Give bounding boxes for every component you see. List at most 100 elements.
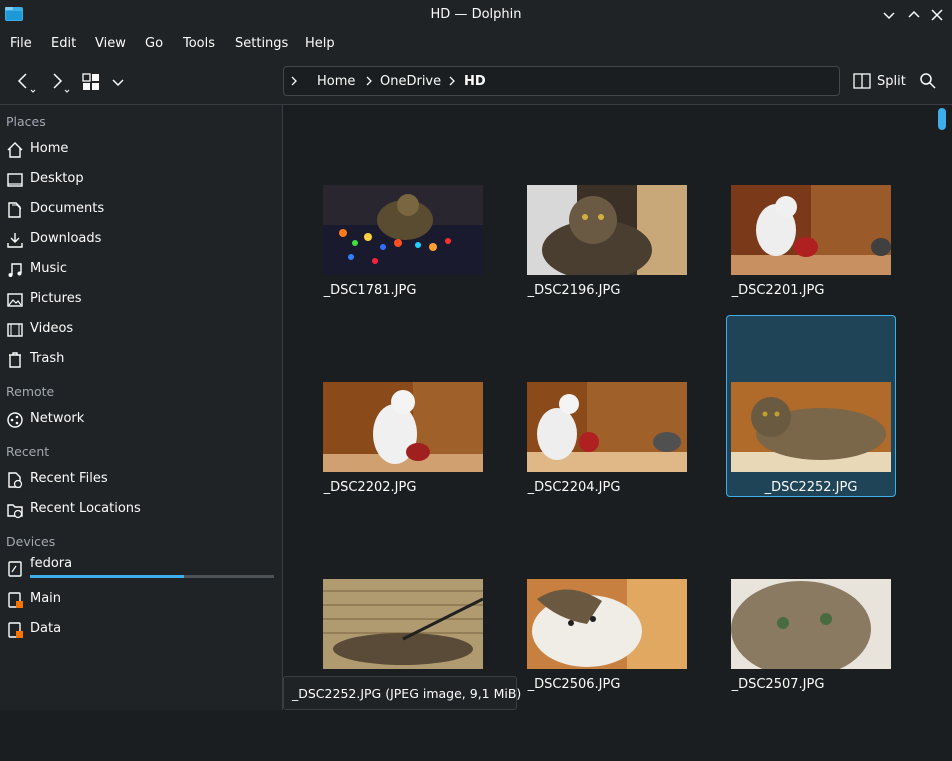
drive-warning-icon [8,592,23,608]
sidebar-item-downloads[interactable]: Downloads [0,227,282,253]
file-name: _DSC1781.JPG [323,283,417,298]
vertical-scrollbar[interactable] [935,105,952,710]
location-bar[interactable]: Home OneDrive HD [283,66,840,96]
split-button[interactable]: Split [877,74,906,89]
file-name: _DSC2507.JPG [731,677,825,692]
sidebar-item-recent-locations[interactable]: Recent Locations [0,497,282,523]
back-icon[interactable] [14,70,38,94]
sidebar-item-label: Recent Files [30,471,108,486]
status-text: _DSC2252.JPG (JPEG image, 9,1 MiB) [292,686,522,701]
view-mode-icon[interactable] [81,72,101,92]
sidebar-item-documents[interactable]: Documents [0,197,282,223]
sidebar-item-label: Videos [30,321,74,336]
trash-icon [9,352,21,368]
chevron-right-icon [366,76,372,86]
documents-icon [8,202,22,218]
sidebar-item-label: Recent Locations [30,501,141,516]
maximize-icon[interactable] [905,6,923,24]
file-item-selected[interactable]: _DSC2252.JPG [726,315,896,497]
recent-files-icon [8,472,23,489]
breadcrumb-hd[interactable]: HD [464,74,486,89]
image-thumbnail [731,185,891,275]
sidebar-item-trash[interactable]: Trash [0,347,282,373]
pictures-icon [7,293,23,307]
split-icon[interactable] [853,72,871,90]
file-item[interactable]: _DSC1781.JPG [285,185,483,367]
music-icon [8,263,22,277]
sidebar-item-label: Music [30,261,67,276]
file-item[interactable]: _DSC2507.JPG [693,579,891,761]
desktop-icon [7,173,23,187]
disk-usage-bar [30,575,274,578]
file-name: _DSC2201.JPG [731,283,825,298]
sidebar-item-network[interactable]: Network [0,407,282,433]
menu-bar: File Edit View Go Tools Settings Help [0,30,952,58]
breadcrumb-home[interactable]: Home [317,74,355,89]
file-item[interactable]: _DSC2204.JPG [489,382,687,564]
forward-icon[interactable] [48,70,72,94]
chevron-right-icon[interactable] [288,75,300,87]
file-name: _DSC2204.JPG [527,480,621,495]
sidebar-item-pictures[interactable]: Pictures [0,287,282,313]
file-name: _DSC2202.JPG [323,480,417,495]
file-item[interactable] [285,579,483,761]
drive-warning-icon [8,622,23,638]
sidebar-item-data[interactable]: Data [0,617,282,643]
file-item[interactable]: _DSC2196.JPG [489,185,687,367]
home-icon [7,142,23,158]
sidebar-item-main[interactable]: Main [0,587,282,613]
title-bar: HD — Dolphin [0,0,952,30]
disk-usage-fill [30,575,184,578]
sidebar-item-label: Documents [30,201,105,216]
videos-icon [7,323,23,337]
sidebar-item-desktop[interactable]: Desktop [0,167,282,193]
menu-view[interactable]: View [95,36,126,51]
image-thumbnail [731,382,891,472]
menu-help[interactable]: Help [305,36,335,51]
file-item[interactable]: _DSC2506.JPG [489,579,687,761]
menu-file[interactable]: File [10,36,32,51]
menu-edit[interactable]: Edit [51,36,76,51]
image-thumbnail [323,382,483,472]
sidebar-item-label: Trash [30,351,65,366]
sidebar-item-label: Desktop [30,171,84,186]
sidebar-item-label: Downloads [30,231,102,246]
minimize-icon[interactable] [880,6,898,24]
sidebar-item-label: Network [30,411,85,426]
menu-settings[interactable]: Settings [235,36,288,51]
scrollbar-thumb[interactable] [938,108,946,130]
image-thumbnail [731,579,891,669]
image-thumbnail [527,579,687,669]
file-item[interactable]: _DSC2202.JPG [285,382,483,564]
search-icon[interactable] [919,72,937,90]
sidebar-item-fedora[interactable]: fedora [0,556,282,582]
sidebar-item-label: fedora [30,556,73,571]
sidebar-item-videos[interactable]: Videos [0,317,282,343]
download-icon [7,233,23,248]
chevron-down-icon[interactable] [110,74,126,90]
menu-go[interactable]: Go [145,36,163,51]
places-panel: Places Home Desktop Documents Downloads … [0,105,283,710]
close-icon[interactable] [928,6,946,24]
sidebar-item-music[interactable]: Music [0,257,282,283]
file-name: _DSC2252.JPG [764,480,858,495]
window-title: HD — Dolphin [430,7,522,22]
recent-header: Recent [6,444,50,459]
breadcrumb-onedrive[interactable]: OneDrive [380,74,441,89]
drive-icon [8,561,22,577]
menu-tools[interactable]: Tools [183,36,215,51]
image-thumbnail [527,185,687,275]
image-thumbnail [323,185,483,275]
file-view[interactable]: _DSC1781.JPG _DSC2196.JPG _DSC2201.JPG _… [283,105,935,710]
sidebar-item-home[interactable]: Home [0,137,282,163]
image-thumbnail [527,382,687,472]
sidebar-item-label: Data [30,621,62,636]
remote-header: Remote [6,384,55,399]
sidebar-item-label: Pictures [30,291,82,306]
file-name: _DSC2196.JPG [527,283,621,298]
places-header: Places [6,114,46,129]
devices-header: Devices [6,534,56,549]
sidebar-item-recent-files[interactable]: Recent Files [0,467,282,493]
status-bar: _DSC2252.JPG (JPEG image, 9,1 MiB) [283,676,521,710]
sidebar-item-label: Home [30,141,69,156]
